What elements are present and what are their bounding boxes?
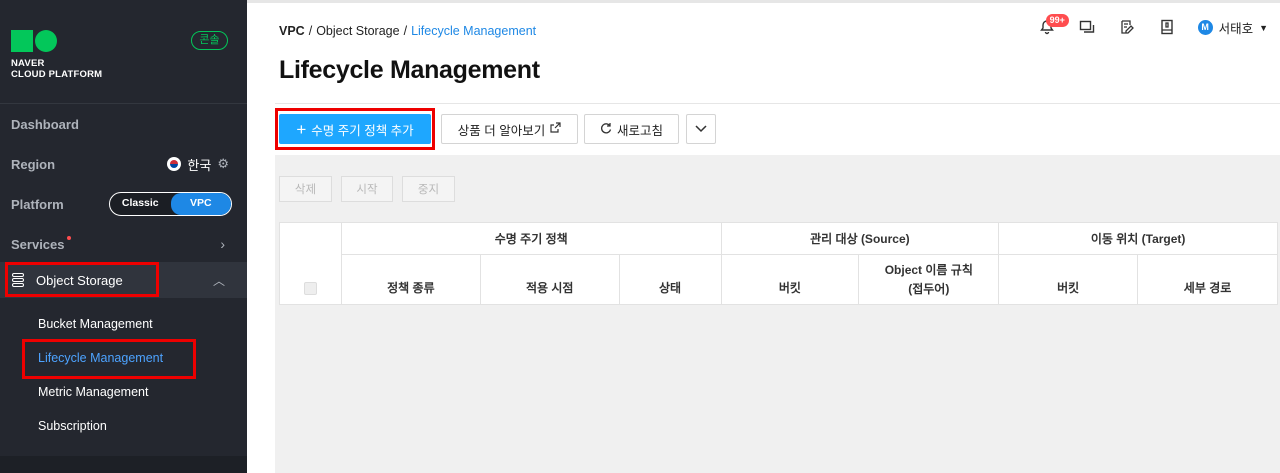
content-area bbox=[275, 155, 1280, 473]
delete-button[interactable]: 삭제 bbox=[279, 176, 332, 202]
korea-flag-icon bbox=[167, 157, 182, 171]
object-name-rule-label: Object 이름 규칙 bbox=[884, 262, 973, 277]
more-dropdown-button[interactable] bbox=[686, 114, 716, 144]
sidebar-item-region[interactable]: Region 한국 ⚙ bbox=[0, 144, 247, 184]
breadcrumb: VPC / Object Storage / Lifecycle Managemen… bbox=[279, 24, 536, 38]
chevron-up-icon: ︿ bbox=[212, 273, 225, 288]
sidebar-bottom bbox=[0, 456, 247, 473]
platform-toggle[interactable]: Classic VPC bbox=[109, 192, 232, 216]
logo-mark-icon bbox=[11, 30, 57, 52]
breadcrumb-sep: / bbox=[308, 24, 313, 38]
dashboard-label: Dashboard bbox=[11, 116, 79, 132]
new-dot-icon bbox=[66, 236, 71, 240]
main-content: VPC / Object Storage / Lifecycle Managemen… bbox=[247, 0, 1280, 473]
select-all-checkbox[interactable] bbox=[303, 282, 317, 295]
select-all-cell bbox=[279, 222, 342, 305]
external-link-icon bbox=[550, 122, 561, 136]
column-header-status[interactable]: 상태 bbox=[618, 254, 722, 305]
notification-badge: 99+ bbox=[1045, 13, 1069, 27]
sidebar-item-services[interactable]: Services › bbox=[0, 224, 247, 264]
manual-book-icon[interactable] bbox=[1158, 19, 1176, 37]
logo-text: NAVER CLOUD PLATFORM bbox=[11, 58, 102, 80]
caret-down-icon: ▼ bbox=[1259, 22, 1268, 33]
policy-table: 수명 주기 정책 관리 대상 (Source) 이동 위치 (Target) 정… bbox=[279, 222, 1278, 305]
sidebar-item-platform: Platform Classic VPC bbox=[0, 184, 247, 224]
highlight-box-add-policy bbox=[275, 108, 435, 150]
chat-icon[interactable] bbox=[1078, 19, 1096, 37]
refresh-button[interactable]: 새로고침 bbox=[584, 114, 679, 144]
top-border bbox=[247, 0, 1280, 3]
column-header-policy-type[interactable]: 정책 종류 bbox=[340, 254, 481, 305]
start-button[interactable]: 시작 bbox=[341, 176, 393, 202]
breadcrumb-current: Lifecycle Management bbox=[411, 24, 537, 38]
learn-more-label: 상품 더 알아보기 bbox=[457, 123, 546, 138]
ncp-logo[interactable]: NAVER CLOUD PLATFORM bbox=[11, 30, 102, 80]
sidebar-subitem-subscription[interactable]: Subscription bbox=[38, 419, 107, 433]
services-label: Services bbox=[11, 236, 65, 252]
page-title: Lifecycle Management bbox=[279, 56, 540, 84]
chevron-right-icon: › bbox=[220, 236, 225, 252]
breadcrumb-sep: / bbox=[403, 24, 408, 38]
console-page: NAVER CLOUD PLATFORM 콘솔 Dashboard Region… bbox=[0, 0, 1280, 473]
breadcrumb-vpc[interactable]: VPC bbox=[279, 24, 305, 38]
refresh-label: 새로고침 bbox=[616, 123, 663, 138]
platform-vpc-option[interactable]: VPC bbox=[170, 193, 231, 215]
refresh-icon bbox=[600, 122, 612, 137]
sidebar-item-dashboard[interactable]: Dashboard bbox=[0, 104, 247, 144]
column-header-source-bucket[interactable]: 버킷 bbox=[720, 254, 860, 305]
chevron-down-icon bbox=[695, 122, 707, 136]
column-header-apply-time[interactable]: 적용 시점 bbox=[479, 254, 620, 305]
stop-button[interactable]: 중지 bbox=[402, 176, 455, 202]
edit-note-icon[interactable] bbox=[1118, 19, 1136, 37]
platform-label: Platform bbox=[11, 196, 64, 212]
column-header-detail-path[interactable]: 세부 경로 bbox=[1137, 254, 1278, 305]
user-menu[interactable]: M 서태호 ▼ bbox=[1197, 18, 1268, 37]
header-tools: 99+ M 서태호 ▼ bbox=[1038, 13, 1268, 37]
gear-icon[interactable]: ⚙ bbox=[217, 156, 229, 172]
brand-line-2: CLOUD PLATFORM bbox=[11, 69, 103, 80]
platform-classic-option[interactable]: Classic bbox=[110, 193, 171, 215]
learn-more-button[interactable]: 상품 더 알아보기 bbox=[441, 114, 578, 144]
region-value: 한국 bbox=[187, 157, 212, 173]
bell-icon[interactable]: 99+ bbox=[1038, 13, 1069, 37]
brand-line-1: NAVER bbox=[11, 58, 45, 69]
group-header-source: 관리 대상 (Source) bbox=[720, 222, 1000, 255]
breadcrumb-object-storage[interactable]: Object Storage bbox=[316, 24, 399, 38]
region-label: Region bbox=[11, 156, 56, 172]
highlight-box-lifecycle bbox=[22, 339, 196, 379]
user-name: 서태호 bbox=[1218, 22, 1254, 36]
toolbar-divider bbox=[275, 103, 1280, 104]
sidebar: NAVER CLOUD PLATFORM 콘솔 Dashboard Region… bbox=[0, 0, 247, 473]
sidebar-subitem-metric-management[interactable]: Metric Management bbox=[38, 385, 148, 399]
sidebar-subitem-bucket-management[interactable]: Bucket Management bbox=[38, 317, 153, 331]
group-header-lifecycle: 수명 주기 정책 bbox=[340, 222, 722, 255]
column-header-target-bucket[interactable]: 버킷 bbox=[998, 254, 1139, 305]
region-selector[interactable]: 한국 ⚙ bbox=[167, 155, 229, 174]
column-header-object-name-rule[interactable]: Object 이름 규칙 (접두어) bbox=[858, 254, 1000, 305]
console-badge[interactable]: 콘솔 bbox=[191, 31, 228, 50]
highlight-box-object-storage bbox=[5, 262, 159, 297]
group-header-target: 이동 위치 (Target) bbox=[998, 222, 1278, 255]
prefix-label: (접두어) bbox=[908, 281, 950, 296]
avatar: M bbox=[1197, 20, 1213, 35]
